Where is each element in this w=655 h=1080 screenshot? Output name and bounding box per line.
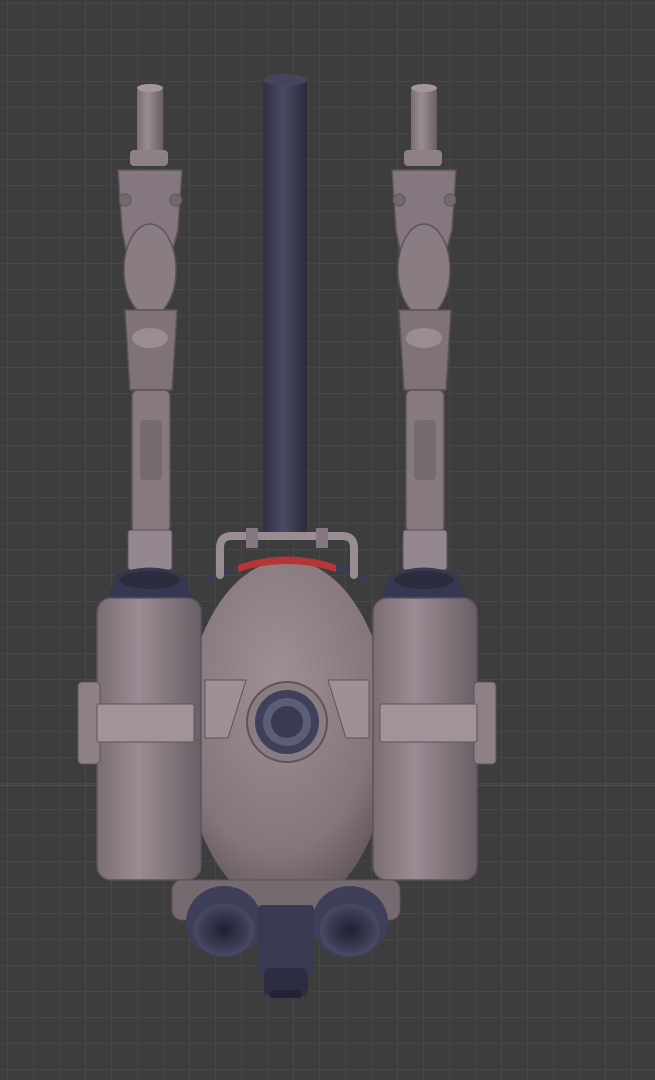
backpack-robot-model[interactable] xyxy=(0,0,655,1080)
right-shoulder-block xyxy=(402,529,448,571)
left-shoulder-block xyxy=(127,529,173,571)
antenna-pole xyxy=(263,74,307,538)
left-arm xyxy=(117,84,183,533)
3d-viewport[interactable] xyxy=(0,0,655,1080)
bottom-thrusters xyxy=(171,879,401,998)
right-tank xyxy=(372,567,497,881)
center-port xyxy=(246,681,328,763)
right-arm xyxy=(391,84,457,533)
left-tank xyxy=(77,567,202,881)
